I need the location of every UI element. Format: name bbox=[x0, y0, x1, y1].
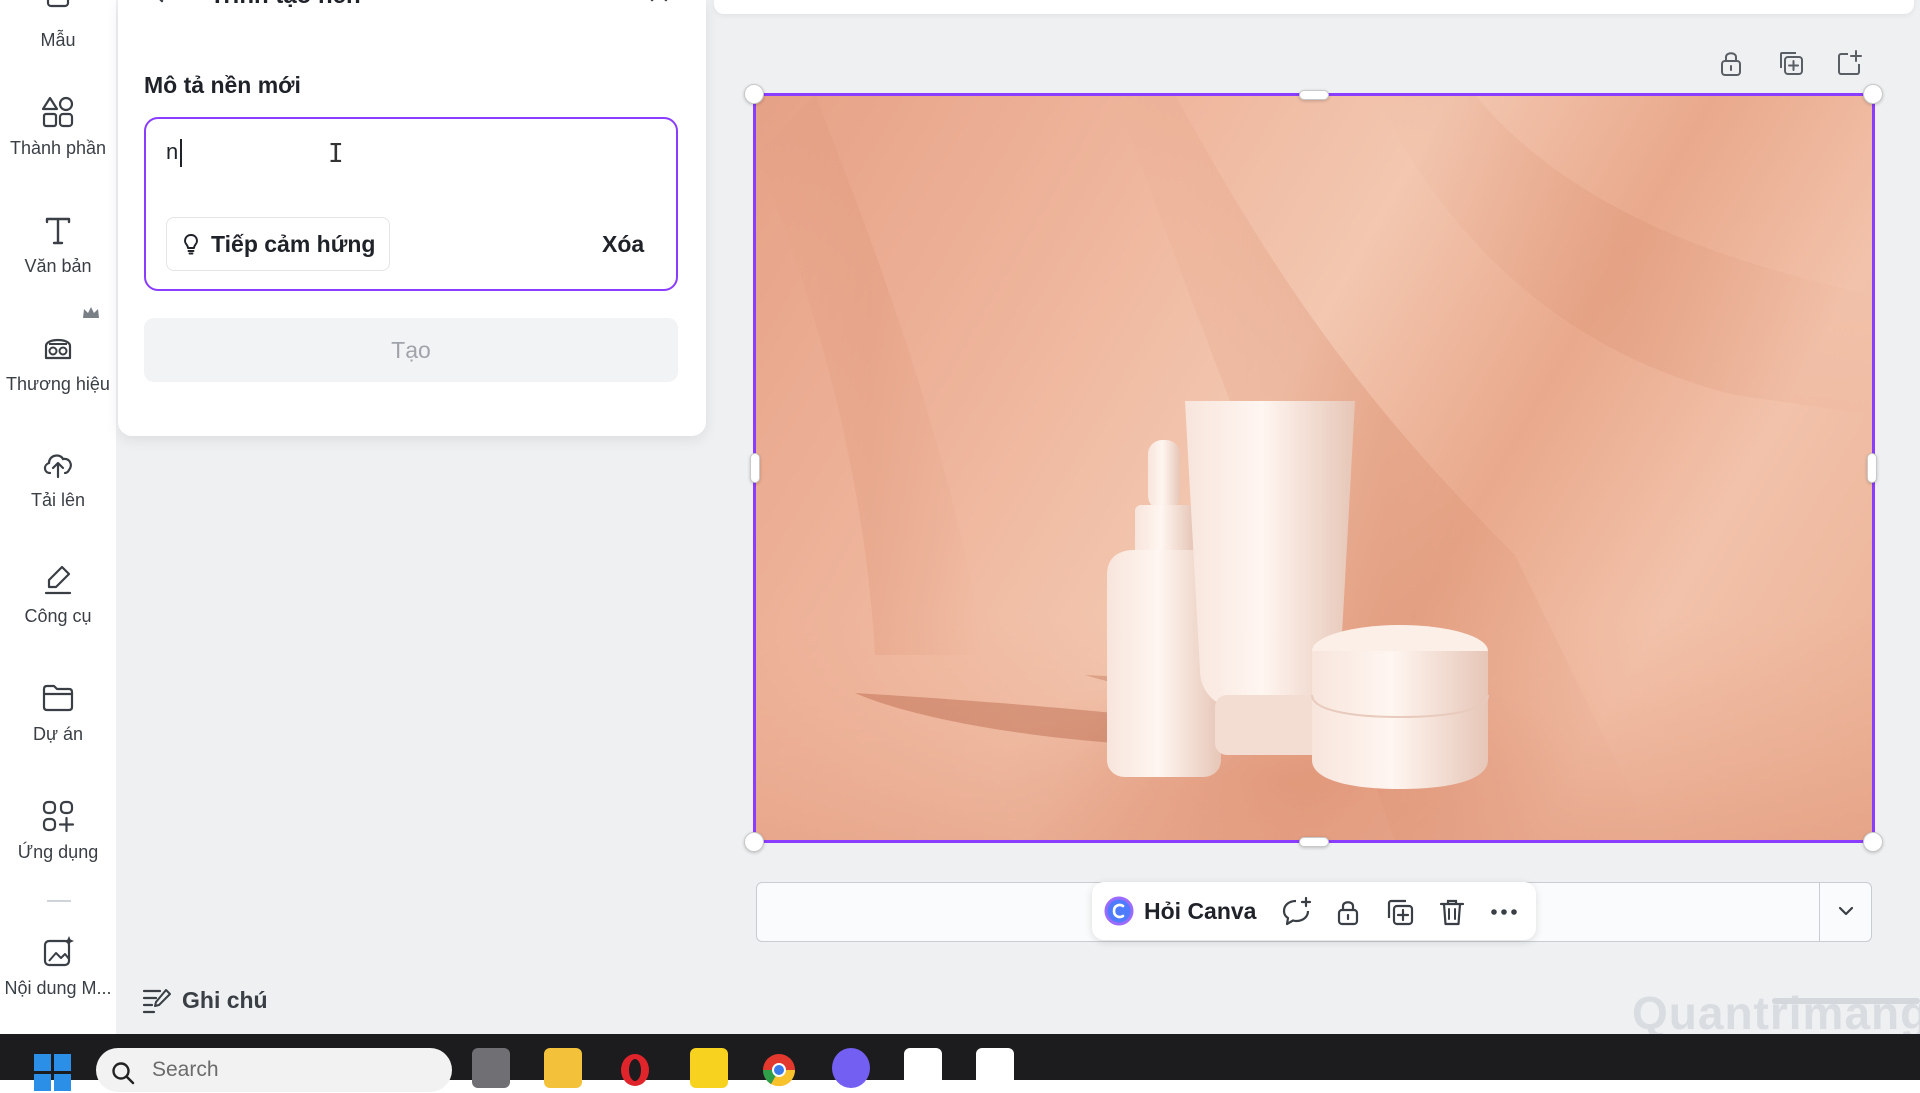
folder-icon bbox=[42, 684, 74, 712]
rail-item-label: Nội dung M... bbox=[4, 978, 112, 998]
rail-item-templates[interactable]: Mẫu bbox=[0, 0, 116, 51]
windows-start-icon[interactable] bbox=[34, 1054, 72, 1092]
rail-item-label: Ứng dụng bbox=[17, 842, 99, 862]
canva-assistant-icon bbox=[1104, 896, 1134, 926]
rail-item-brand[interactable]: Thương hiệu bbox=[0, 330, 116, 395]
brand-icon bbox=[44, 338, 72, 360]
top-toolbar-fragment bbox=[714, 0, 1914, 14]
lightbulb-icon bbox=[184, 234, 198, 255]
create-button[interactable]: Tạo bbox=[144, 318, 678, 382]
prompt-field[interactable]: I Tiếp cảm hứng Xóa bbox=[144, 117, 678, 291]
resize-handle-top[interactable] bbox=[1299, 90, 1329, 100]
back-arrow-icon[interactable] bbox=[148, 0, 170, 4]
search-placeholder: Search bbox=[152, 1058, 219, 1081]
resize-handle-bottom[interactable] bbox=[1299, 837, 1329, 847]
resize-handle-top-right[interactable] bbox=[1863, 84, 1883, 104]
duplicate-icon[interactable] bbox=[1384, 896, 1416, 928]
prompt-section-label: Mô tả nền mới bbox=[144, 72, 301, 98]
rail-item-label: Công cụ bbox=[24, 606, 92, 626]
elements-icon bbox=[41, 96, 74, 128]
rail-item-uploads[interactable]: Tải lên bbox=[0, 446, 116, 511]
design-page[interactable] bbox=[755, 95, 1873, 841]
canva-editor: Mẫu Thành phần Văn bản Thương hiệu Tải l… bbox=[0, 0, 1920, 1039]
os-taskbar: Search bbox=[0, 1034, 1920, 1092]
rail-item-magic-media[interactable]: Nội dung M... bbox=[0, 934, 116, 999]
rail-item-label: Thương hiệu bbox=[6, 374, 110, 394]
taskbar-search[interactable]: Search bbox=[96, 1048, 452, 1092]
add-comment-icon[interactable] bbox=[1280, 896, 1312, 928]
upload-icon bbox=[43, 454, 72, 479]
panel-header: Trình tạo nền bbox=[118, 0, 706, 18]
ibeam-cursor-icon: I bbox=[328, 139, 344, 169]
notes-icon bbox=[142, 989, 171, 1014]
rail-item-label: Tải lên bbox=[30, 490, 86, 510]
chrome-icon[interactable] bbox=[760, 1048, 798, 1088]
element-context-toolbar: Hỏi Canva bbox=[1092, 882, 1536, 940]
resize-handle-left[interactable] bbox=[750, 453, 760, 483]
generated-background-image bbox=[755, 95, 1873, 841]
add-page-icon[interactable] bbox=[1834, 48, 1864, 78]
trash-icon[interactable] bbox=[1436, 896, 1468, 928]
resize-handle-top-left[interactable] bbox=[744, 84, 764, 104]
lock-icon[interactable] bbox=[1332, 896, 1364, 928]
rail-item-projects[interactable]: Dự án bbox=[0, 680, 116, 745]
watermark-logo: Quantrimang bbox=[1632, 987, 1920, 1039]
apps-icon bbox=[42, 800, 75, 833]
prompt-input[interactable] bbox=[166, 139, 656, 199]
close-icon[interactable] bbox=[648, 0, 670, 4]
ask-canva-button[interactable]: Hỏi Canva bbox=[1104, 890, 1256, 932]
ask-canva-label: Hỏi Canva bbox=[1144, 897, 1257, 924]
inspire-label: Tiếp cảm hứng bbox=[211, 230, 376, 257]
notes-button[interactable]: Ghi chú bbox=[142, 986, 268, 1014]
rail-item-label: Thành phần bbox=[9, 138, 107, 158]
rail-item-text[interactable]: Văn bản bbox=[0, 212, 116, 277]
resize-handle-right[interactable] bbox=[1867, 453, 1877, 483]
rail-item-label: Dự án bbox=[32, 724, 84, 744]
search-icon bbox=[112, 1062, 135, 1085]
collapse-button[interactable] bbox=[1819, 883, 1871, 941]
more-options-icon[interactable] bbox=[1488, 896, 1520, 928]
sticky-notes-icon[interactable] bbox=[690, 1048, 728, 1088]
opera-icon[interactable] bbox=[616, 1048, 654, 1088]
crown-icon bbox=[83, 307, 99, 318]
capcut-icon-2[interactable] bbox=[976, 1048, 1014, 1088]
rail-item-apps[interactable]: Ứng dụng bbox=[0, 798, 116, 863]
rail-item-tools[interactable]: Công cụ bbox=[0, 562, 116, 627]
duplicate-page-icon[interactable] bbox=[1776, 48, 1806, 78]
tools-icon bbox=[44, 565, 72, 595]
file-explorer-icon[interactable] bbox=[544, 1048, 582, 1088]
lock-icon[interactable] bbox=[1716, 48, 1746, 78]
left-rail: Mẫu Thành phần Văn bản Thương hiệu Tải l… bbox=[0, 0, 116, 1034]
rail-divider bbox=[47, 900, 71, 902]
magic-media-icon bbox=[43, 936, 74, 967]
chevron-down-icon bbox=[1838, 906, 1854, 916]
rail-item-label: Mẫu bbox=[40, 30, 76, 50]
background-generator-panel: Trình tạo nền Mô tả nền mới I Tiếp cảm h… bbox=[118, 0, 706, 436]
text-caret bbox=[180, 139, 182, 167]
rail-item-label: Văn bản bbox=[24, 256, 92, 276]
rail-item-elements[interactable]: Thành phần bbox=[0, 94, 116, 159]
resize-handle-bottom-right[interactable] bbox=[1863, 832, 1883, 852]
panel-title: Trình tạo nền bbox=[210, 0, 361, 10]
task-view-icon[interactable] bbox=[472, 1048, 510, 1088]
clear-button[interactable]: Xóa bbox=[602, 217, 644, 271]
viber-icon[interactable] bbox=[832, 1048, 870, 1088]
resize-handle-bottom-left[interactable] bbox=[744, 832, 764, 852]
notes-label: Ghi chú bbox=[182, 986, 268, 1013]
template-icon bbox=[46, 0, 70, 8]
scrollbar[interactable] bbox=[1772, 998, 1920, 1004]
text-icon bbox=[45, 217, 71, 245]
capcut-icon[interactable] bbox=[904, 1048, 942, 1088]
inspire-button[interactable]: Tiếp cảm hứng bbox=[166, 217, 391, 271]
